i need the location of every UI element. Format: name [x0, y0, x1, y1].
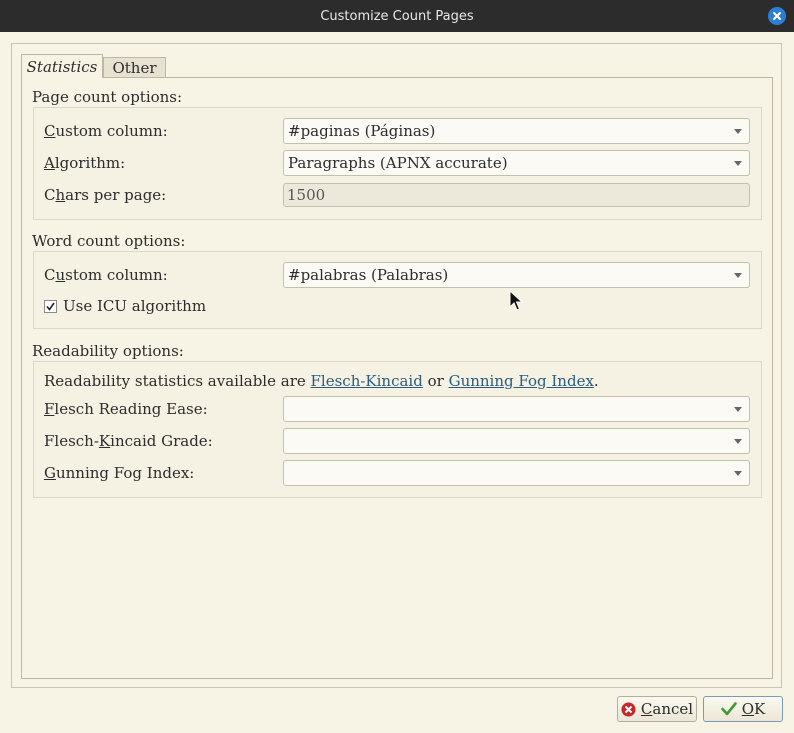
gunning-fog-index-label: Gunning Fog Index: — [44, 464, 195, 482]
checkmark-icon — [46, 302, 55, 311]
word-custom-column-select[interactable]: #palabras (Palabras) — [283, 262, 750, 288]
ok-button[interactable]: OK — [703, 696, 783, 722]
word-custom-column-value: #palabras (Palabras) — [288, 266, 449, 284]
close-button[interactable] — [768, 7, 786, 25]
flesch-reading-ease-label: Flesch Reading Ease: — [44, 400, 208, 418]
algorithm-value: Paragraphs (APNX accurate) — [288, 154, 508, 172]
gunning-fog-link[interactable]: Gunning Fog Index — [449, 372, 594, 390]
word-custom-column-label: Custom column: — [44, 266, 168, 284]
page-count-section-title: Page count options: — [32, 88, 183, 106]
ok-label: OK — [741, 700, 766, 718]
chevron-down-icon — [734, 439, 742, 444]
flesch-kincaid-grade-select[interactable] — [283, 428, 750, 454]
title-bar: Customize Count Pages — [0, 0, 794, 32]
cancel-button[interactable]: Cancel — [617, 696, 697, 722]
icu-label[interactable]: Use ICU algorithm — [63, 297, 206, 315]
flesch-reading-ease-select[interactable] — [283, 396, 750, 422]
chars-per-page-value: 1500 — [287, 186, 326, 204]
chars-per-page-label: Chars per page: — [44, 186, 167, 204]
close-icon — [773, 12, 781, 20]
word-count-section-title: Word count options: — [32, 232, 186, 250]
chevron-down-icon — [734, 471, 742, 476]
cancel-label: Cancel — [640, 700, 694, 718]
chars-per-page-input[interactable]: 1500 — [283, 183, 750, 207]
page-custom-column-value: #paginas (Páginas) — [288, 122, 436, 140]
check-icon — [720, 702, 737, 716]
window-title: Customize Count Pages — [320, 8, 474, 24]
readability-section-title: Readability options: — [32, 342, 184, 360]
chevron-down-icon — [734, 129, 742, 134]
tab-statistics[interactable]: Statistics — [21, 54, 103, 78]
chevron-down-icon — [734, 161, 742, 166]
chevron-down-icon — [734, 273, 742, 278]
page-custom-column-label: Custom column: — [44, 122, 168, 140]
icu-checkbox[interactable] — [44, 300, 57, 313]
cancel-icon — [621, 702, 636, 716]
gunning-fog-index-select[interactable] — [283, 460, 750, 486]
flesch-kincaid-grade-label: Flesch-Kincaid Grade: — [44, 432, 213, 450]
algorithm-label: Algorithm: — [44, 154, 126, 172]
mouse-pointer-icon — [509, 290, 524, 311]
chevron-down-icon — [734, 407, 742, 412]
readability-intro: Readability statistics available are Fle… — [44, 372, 599, 390]
algorithm-select[interactable]: Paragraphs (APNX accurate) — [283, 150, 750, 176]
tab-other[interactable]: Other — [103, 57, 166, 77]
page-custom-column-select[interactable]: #paginas (Páginas) — [283, 118, 750, 144]
flesch-kincaid-link[interactable]: Flesch-Kincaid — [311, 372, 423, 390]
